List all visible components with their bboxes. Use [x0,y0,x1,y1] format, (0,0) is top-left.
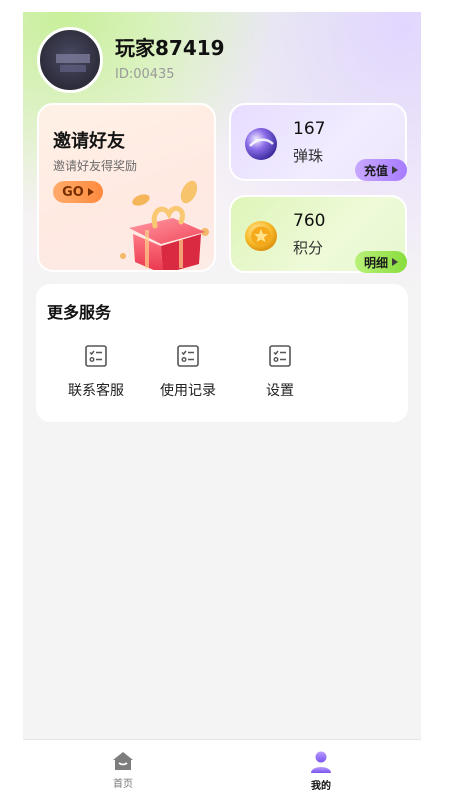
go-button-label: GO [62,184,84,200]
checklist-icon [85,345,107,367]
user-icon [311,751,331,773]
services-title: 更多服务 [47,303,112,322]
details-label: 明细 [363,255,388,270]
coin-icon [245,221,277,251]
service-usage-records[interactable]: 使用记录 [148,344,228,404]
points-card[interactable]: 760 积分 明细 [229,195,407,273]
tab-label: 我的 [311,781,331,792]
service-settings[interactable]: 设置 [240,344,320,404]
marbles-value: 167 [293,119,326,139]
points-label: 积分 [293,239,324,257]
play-arrow-icon [392,166,398,174]
service-contact-support[interactable]: 联系客服 [56,344,136,404]
service-label: 使用记录 [160,383,216,399]
recharge-button[interactable]: 充值 [355,159,407,181]
recharge-label: 充值 [363,163,388,178]
marble-icon [245,128,277,160]
tab-home[interactable]: 首页 [93,750,153,790]
home-icon [113,752,133,770]
phone-screen: 玩家87419 ID:00435 邀请好友 邀请好友得奖励 GO 167 弹珠 … [23,12,421,800]
tab-label: 首页 [113,779,133,790]
checklist-icon [177,345,199,367]
user-id: ID:00435 [115,67,175,82]
play-arrow-icon [87,188,94,196]
service-label: 设置 [266,383,294,399]
play-arrow-icon [392,258,398,266]
username: 玩家87419 [115,36,225,60]
points-value: 760 [293,211,326,231]
details-button[interactable]: 明细 [355,251,407,273]
go-button[interactable]: GO [53,181,103,203]
marbles-label: 弹珠 [293,147,324,165]
avatar-blur [56,54,90,63]
avatar-blur [60,65,86,72]
tab-mine[interactable]: 我的 [291,750,351,792]
checklist-icon [269,345,291,367]
gift-box-icon [120,180,209,270]
more-services-panel: 更多服务 联系客服 使用记录 设置 [36,284,408,422]
avatar[interactable] [37,27,103,93]
invite-title: 邀请好友 [53,131,125,152]
marbles-card[interactable]: 167 弹珠 充值 [229,103,407,181]
bottom-tab-bar: 首页 我的 [23,739,421,800]
invite-friends-card[interactable]: 邀请好友 邀请好友得奖励 GO [37,103,216,272]
service-label: 联系客服 [68,383,124,399]
